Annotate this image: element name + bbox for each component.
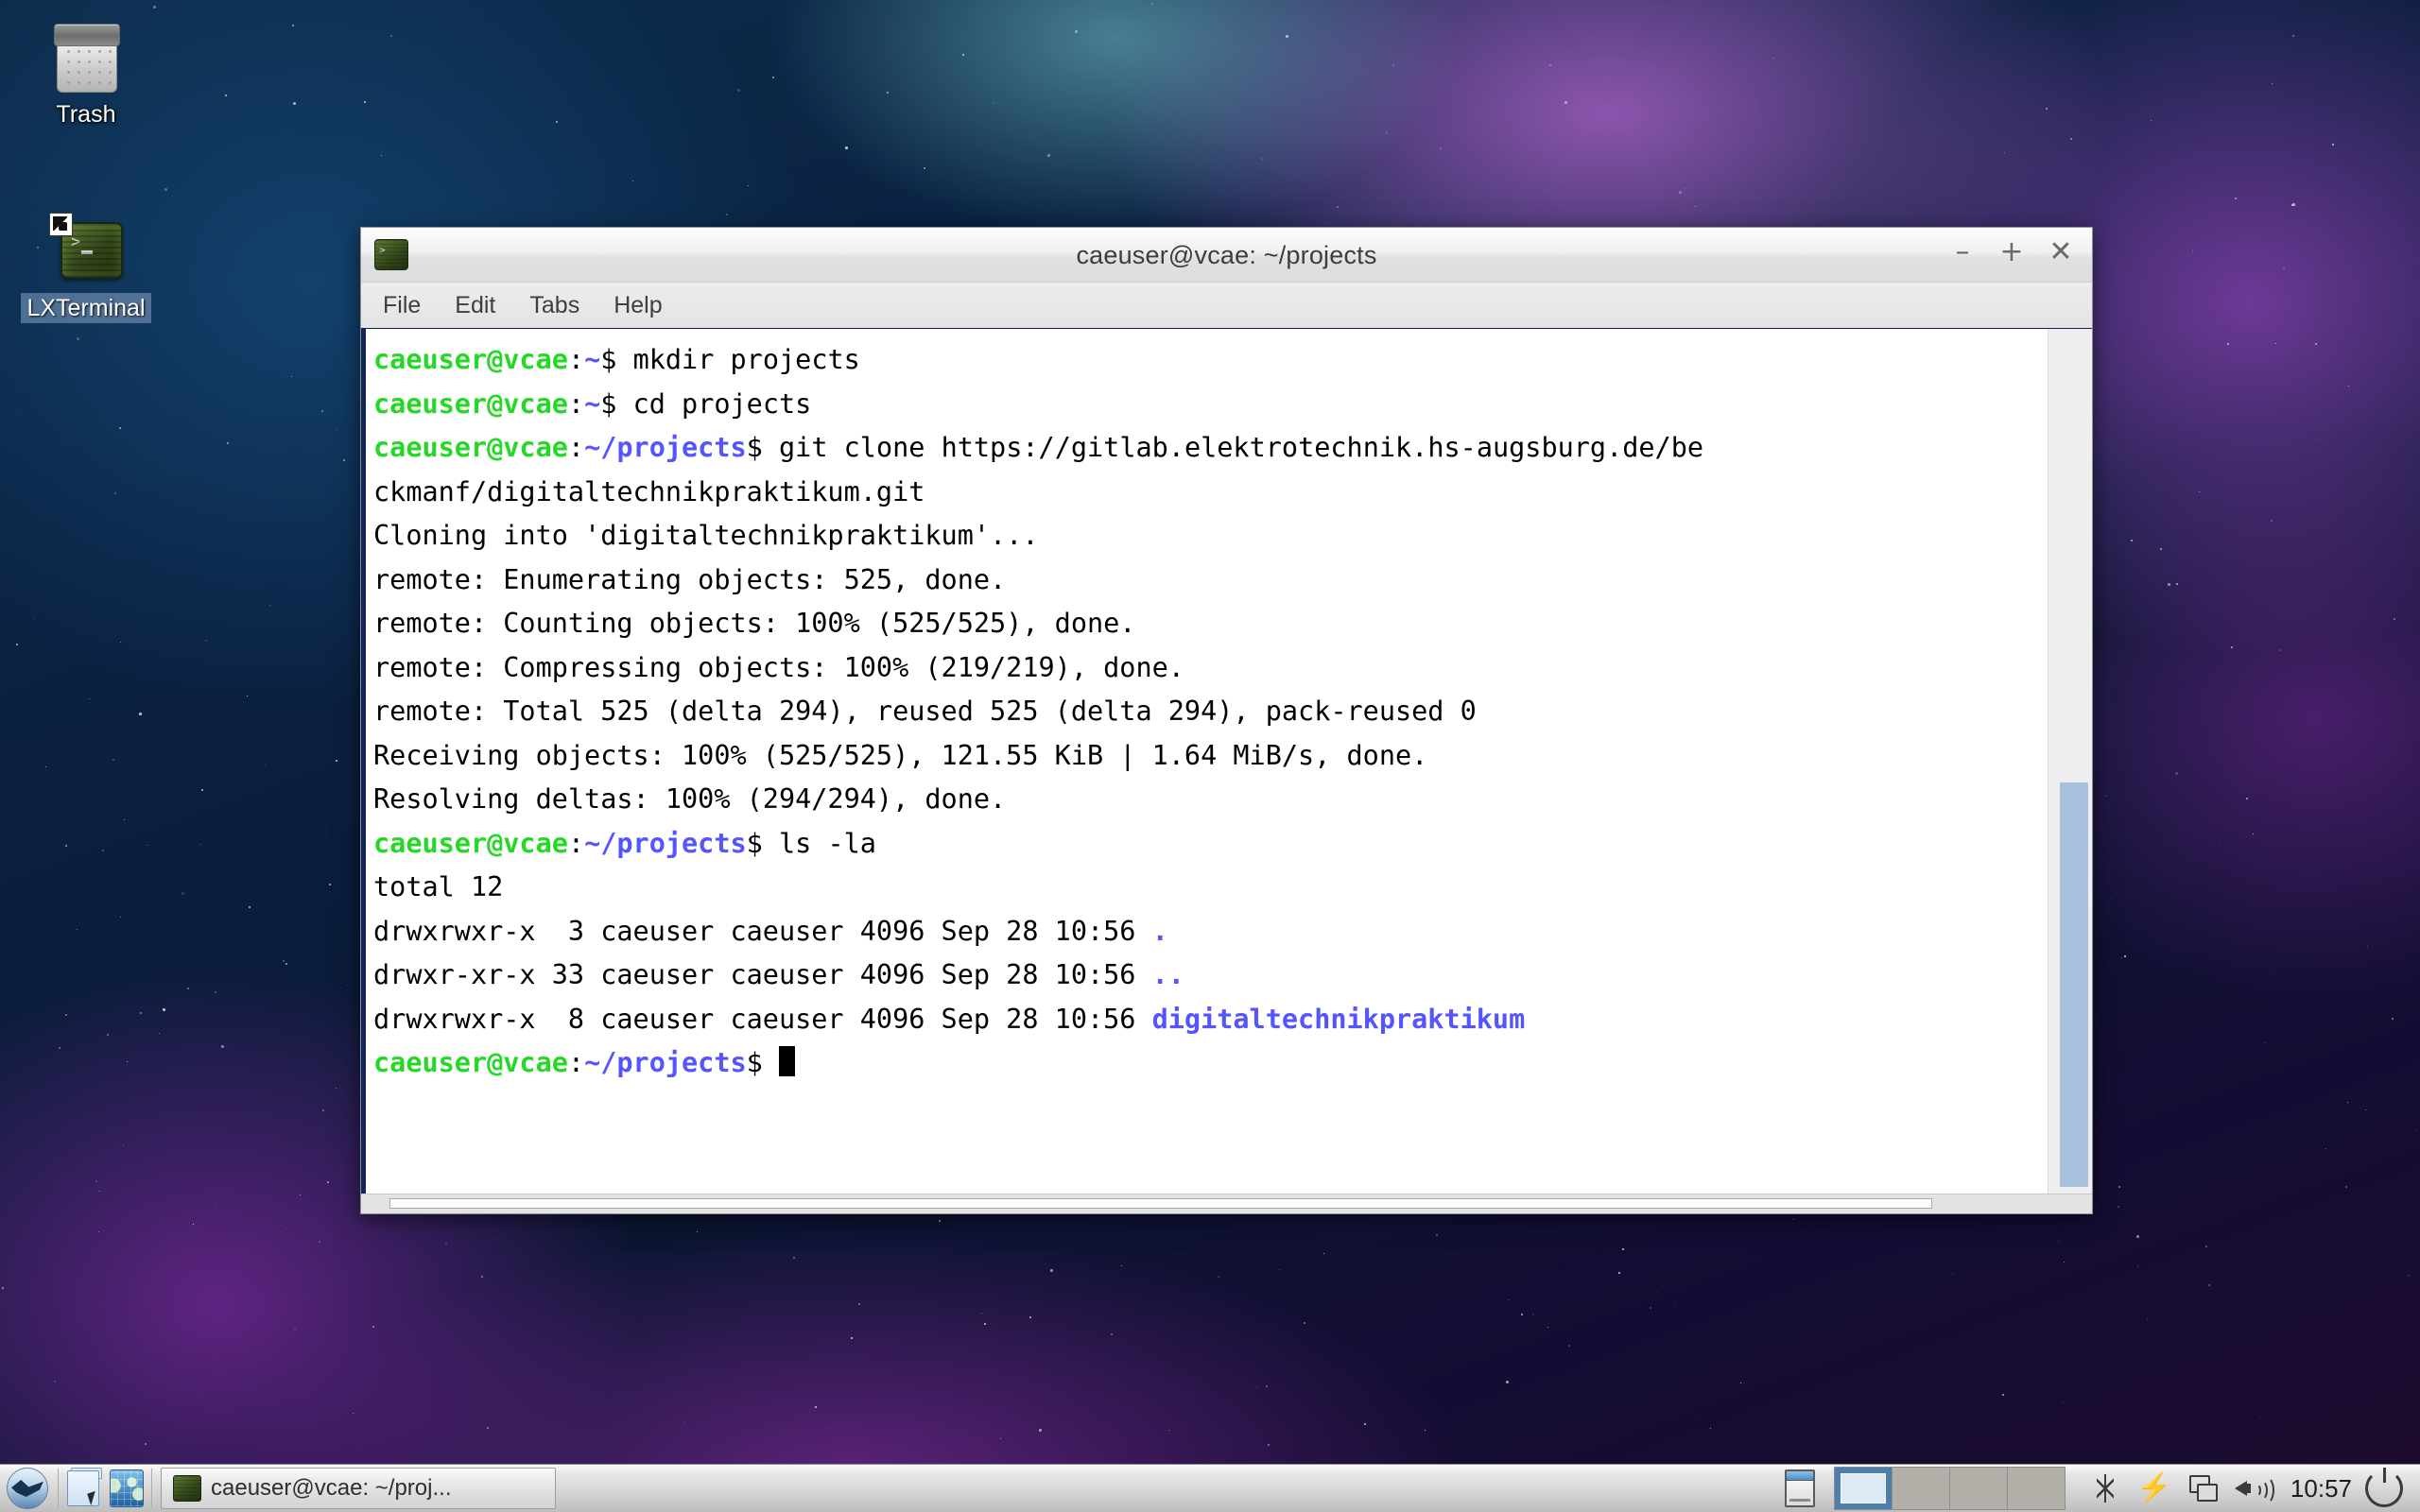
start-menu-button[interactable]	[0, 1466, 55, 1511]
power-button[interactable]	[2365, 1469, 2403, 1507]
menu-item-edit[interactable]: Edit	[449, 289, 501, 322]
task-list[interactable]: caeuser@vcae: ~/proj...	[161, 1468, 556, 1509]
clock[interactable]: 10:57	[2277, 1474, 2365, 1503]
taskbar-separator	[58, 1469, 59, 1508]
menu-item-help[interactable]: Help	[608, 289, 667, 322]
volume-icon	[2235, 1474, 2271, 1503]
maximize-button[interactable]: +	[1997, 238, 2026, 266]
minimize-button[interactable]: –	[1948, 238, 1977, 266]
task-button-label: caeuser@vcae: ~/proj...	[211, 1475, 451, 1502]
window-title: caeuser@vcae: ~/projects	[361, 241, 2092, 270]
globe-icon	[110, 1469, 144, 1507]
close-button[interactable]: ✕	[2047, 238, 2075, 266]
taskbar[interactable]: caeuser@vcae: ~/proj... ⚡ 10:57	[0, 1464, 2420, 1512]
volume-tray-button[interactable]	[2228, 1468, 2277, 1509]
shortcut-badge-icon	[49, 213, 73, 236]
vertical-scrollbar-thumb[interactable]	[2060, 782, 2088, 1187]
desktop-icon-label: LXTerminal	[21, 293, 150, 323]
system-tray[interactable]: ⚡ 10:57	[1779, 1467, 2420, 1510]
horizontal-scrollbar[interactable]	[361, 1194, 2092, 1213]
menu-item-tabs[interactable]: Tabs	[524, 289, 585, 322]
menu-item-file[interactable]: File	[377, 289, 426, 322]
vertical-scrollbar[interactable]	[2048, 329, 2092, 1194]
network-tray-button[interactable]	[2179, 1468, 2228, 1509]
launcher-file-manager[interactable]	[61, 1467, 105, 1510]
launcher-web-browser[interactable]	[105, 1467, 148, 1510]
menu-bar[interactable]: File Edit Tabs Help	[361, 283, 2092, 329]
update-notifier-button[interactable]: ⚡	[2130, 1468, 2179, 1509]
trash-icon	[49, 19, 123, 93]
workspace-2[interactable]	[1893, 1468, 1950, 1509]
workspace-4[interactable]	[2008, 1468, 2065, 1509]
desktop-icon-label: Trash	[51, 99, 122, 129]
terminal-icon: >	[49, 213, 123, 286]
task-button-terminal[interactable]: caeuser@vcae: ~/proj...	[161, 1468, 556, 1509]
terminal-text-area[interactable]: caeuser@vcae:~$ mkdir projects caeuser@v…	[361, 329, 2048, 1194]
window-titlebar[interactable]: > caeuser@vcae: ~/projects – + ✕	[361, 228, 2092, 283]
show-desktop-button[interactable]	[1779, 1468, 1821, 1509]
terminal-body[interactable]: caeuser@vcae:~$ mkdir projects caeuser@v…	[361, 328, 2092, 1213]
taskbar-separator	[151, 1469, 152, 1508]
horizontal-scrollbar-thumb[interactable]	[389, 1198, 1932, 1209]
bluetooth-tray-button[interactable]	[2081, 1468, 2130, 1509]
workspace-3[interactable]	[1950, 1468, 2008, 1509]
bluetooth-icon	[2097, 1474, 2114, 1503]
terminal-icon	[173, 1475, 201, 1502]
lubuntu-menu-icon	[7, 1468, 48, 1509]
terminal-output: caeuser@vcae:~$ mkdir projects caeuser@v…	[366, 329, 2048, 1086]
workspace-1[interactable]	[1835, 1468, 1893, 1509]
update-icon: ⚡	[2136, 1474, 2171, 1503]
desktop-icon-trash[interactable]: Trash	[15, 19, 157, 129]
workspace-pager[interactable]	[1834, 1467, 2066, 1510]
network-icon	[2189, 1475, 2218, 1502]
file-manager-icon	[67, 1470, 99, 1506]
desktop-icon-lxterminal[interactable]: > LXTerminal	[15, 213, 157, 323]
terminal-window[interactable]: > caeuser@vcae: ~/projects – + ✕ File Ed…	[360, 227, 2093, 1214]
